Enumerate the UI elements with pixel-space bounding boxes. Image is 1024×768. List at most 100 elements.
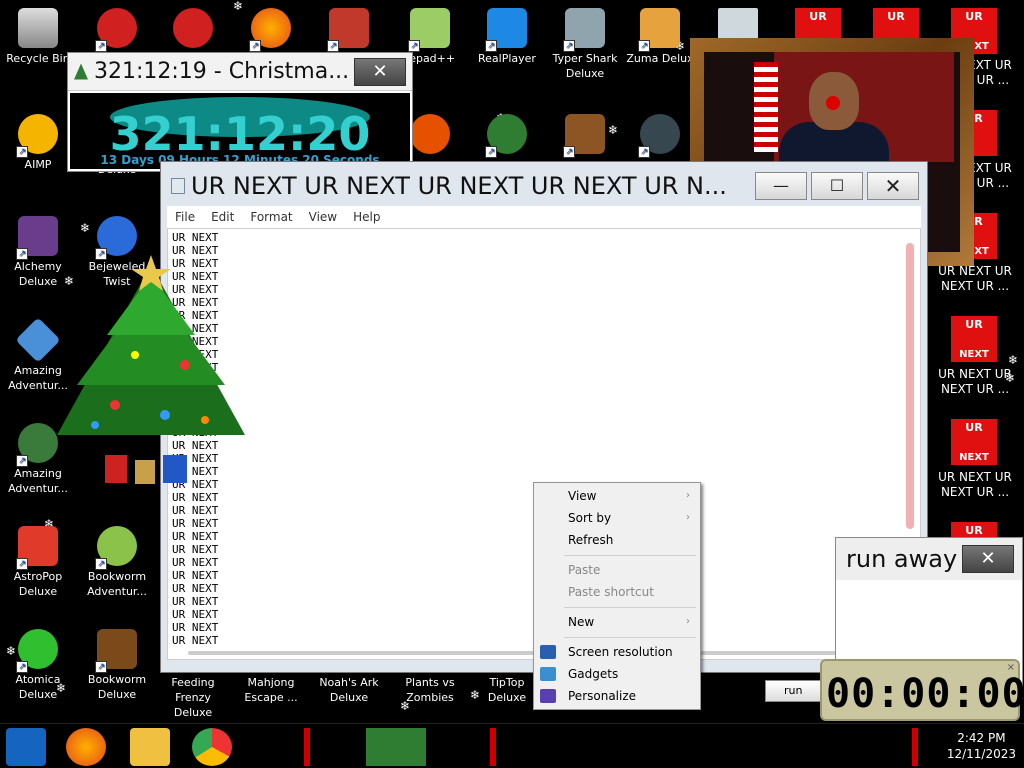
firefox-icon: ↗: [249, 8, 291, 52]
countdown-titlebar[interactable]: 321:12:19 - Christma... ✕: [68, 53, 412, 91]
desktop-icon-shrine[interactable]: ↗: [311, 4, 387, 52]
red-nose-decoration: [826, 96, 840, 110]
shark-icon: ↗: [563, 8, 605, 52]
digital-timer-gadget[interactable]: 00:00:00 ×: [820, 659, 1024, 721]
monitor-icon: [540, 645, 556, 659]
clock-date: 12/11/2023: [946, 747, 1016, 761]
desktop-icon-boat[interactable]: ↗: [547, 110, 623, 158]
letter-p-icon: [410, 114, 450, 154]
desktop-icon-aimp[interactable]: ↗ AIMP: [0, 110, 76, 172]
desktop-icon-astropop[interactable]: ↗ AstroPop Deluxe: [0, 522, 76, 599]
menu-item-label: Paste: [568, 563, 601, 577]
text-line: UR NEXT: [172, 517, 219, 530]
chevron-right-icon: ›: [686, 490, 690, 501]
menu-edit[interactable]: Edit: [203, 210, 242, 224]
desktop-icon-label: AIMP: [24, 158, 52, 171]
desktop-icon-label: AstroPop Deluxe: [13, 570, 63, 598]
zuma-icon: ↗: [638, 8, 680, 52]
explorer-icon[interactable]: [130, 728, 170, 766]
chrome-icon[interactable]: [192, 728, 232, 766]
menu-item-personalize[interactable]: Personalize: [534, 685, 700, 707]
close-button[interactable]: ✕: [962, 545, 1014, 573]
tile-text: UR: [965, 318, 983, 331]
firefox-icon[interactable]: [66, 728, 106, 766]
menu-item-screen-resolution[interactable]: Screen resolution: [534, 641, 700, 663]
astropop-icon: ↗: [16, 526, 58, 570]
menu-item-sort-by[interactable]: Sort by ›: [534, 507, 700, 529]
taskbar-item[interactable]: [304, 728, 310, 766]
text-line: UR NEXT: [172, 621, 219, 634]
chevron-right-icon: ›: [686, 616, 690, 627]
notepad-icon: [171, 178, 185, 194]
ur-next-tile[interactable]: UR: [951, 522, 997, 538]
vertical-scrollbar[interactable]: [906, 243, 914, 529]
desktop-icon-label: Feeding Frenzy Deluxe: [171, 676, 215, 719]
ur-tile-label: UR NEXT UR NEXT UR ...: [938, 470, 1012, 499]
close-button[interactable]: ✕: [867, 172, 919, 200]
ur-tile-label: UR NEXT UR NEXT UR ...: [938, 367, 1012, 396]
flag-decoration: [754, 62, 778, 152]
desktop-icon-label: RealPlayer: [478, 52, 536, 65]
desktop-icon-bookworm-adventures[interactable]: ↗ Bookworm Adventur...: [79, 522, 155, 599]
desktop-icon-red-creature[interactable]: [155, 4, 231, 51]
menu-item-refresh[interactable]: Refresh: [534, 529, 700, 551]
menu-format[interactable]: Format: [242, 210, 300, 224]
desktop-icon-typer-shark[interactable]: ↗ Typer Shark Deluxe: [547, 4, 623, 81]
desktop-icon-2[interactable]: ↗: [79, 4, 155, 52]
taskbar-item[interactable]: [490, 728, 496, 766]
run-away-button[interactable]: run awa: [765, 680, 827, 717]
clock-time: 2:42 PM: [957, 731, 1006, 745]
tile-text: NEXT: [959, 452, 989, 463]
gadgets-icon: [540, 667, 556, 681]
notepad-taskbar-item[interactable]: [366, 728, 426, 766]
desktop-icon-firefox[interactable]: ↗: [233, 4, 309, 52]
wizard-icon: ↗: [16, 216, 58, 260]
desktop-icon-recycle-bin[interactable]: Recycle Bin: [0, 4, 76, 66]
menu-item-label: Screen resolution: [568, 645, 673, 659]
torii-icon: ↗: [327, 8, 369, 52]
chevron-right-icon: ›: [686, 512, 690, 523]
menu-file[interactable]: File: [167, 210, 203, 224]
text-line: UR NEXT: [172, 582, 219, 595]
desktop-icon-realplayer[interactable]: ↗ RealPlayer: [469, 4, 545, 66]
personalize-icon: [540, 689, 556, 703]
menu-item-view[interactable]: View ›: [534, 485, 700, 507]
system-clock[interactable]: 2:42 PM 12/11/2023: [947, 730, 1016, 762]
desktop-icon-green-ball[interactable]: ↗: [469, 110, 545, 158]
menu-item-label: View: [568, 489, 597, 503]
recycle-bin-icon: [18, 8, 58, 48]
desktop-icon-zuma[interactable]: ↗ Zuma Delux: [622, 4, 698, 66]
notepad-titlebar[interactable]: UR NEXT UR NEXT UR NEXT UR NEXT UR N... …: [161, 162, 927, 210]
menu-item-label: Sort by: [568, 511, 612, 525]
desktop-icon-bookworm-deluxe[interactable]: ↗ Bookworm Deluxe: [79, 625, 155, 702]
gem-icon: ↗: [95, 216, 137, 260]
menu-view[interactable]: View: [301, 210, 345, 224]
start-button[interactable]: [6, 728, 46, 766]
minimize-button[interactable]: —: [755, 172, 807, 200]
menu-item-new[interactable]: New ›: [534, 611, 700, 633]
book-icon: ↗: [95, 629, 137, 673]
taskbar-item[interactable]: [912, 728, 918, 766]
maximize-button[interactable]: ☐: [811, 172, 863, 200]
desktop-icon-label: Mahjong Escape ...: [244, 676, 298, 704]
run-away-titlebar[interactable]: run away ✕: [836, 538, 1022, 580]
desktop-icon-label: Recycle Bin: [6, 52, 70, 65]
close-icon[interactable]: ×: [1007, 662, 1015, 673]
menu-item-label: New: [568, 615, 595, 629]
menu-item-paste-shortcut[interactable]: Paste shortcut: [534, 581, 700, 603]
menu-help[interactable]: Help: [345, 210, 388, 224]
aimp-icon: ↗: [16, 114, 58, 158]
countdown-window[interactable]: 321:12:19 - Christma... ✕ 321:12:20 13 D…: [67, 52, 413, 172]
desktop-icon-atomica[interactable]: ↗ Atomica Deluxe: [0, 625, 76, 702]
menu-item-paste[interactable]: Paste: [534, 559, 700, 581]
timer-value: 00:00:00: [826, 671, 1024, 717]
ur-next-tile[interactable]: UR NEXT: [951, 419, 997, 465]
tile-text: NEXT: [959, 349, 989, 360]
globe-icon: ↗: [16, 423, 58, 467]
menu-item-gadgets[interactable]: Gadgets: [534, 663, 700, 685]
ur-next-tile[interactable]: UR NEXT: [951, 316, 997, 362]
desktop-icon-xmplay[interactable]: ↗: [622, 110, 698, 158]
menu-separator: [564, 637, 696, 638]
close-button[interactable]: ✕: [354, 57, 406, 86]
number-two-icon: ↗: [95, 8, 137, 52]
